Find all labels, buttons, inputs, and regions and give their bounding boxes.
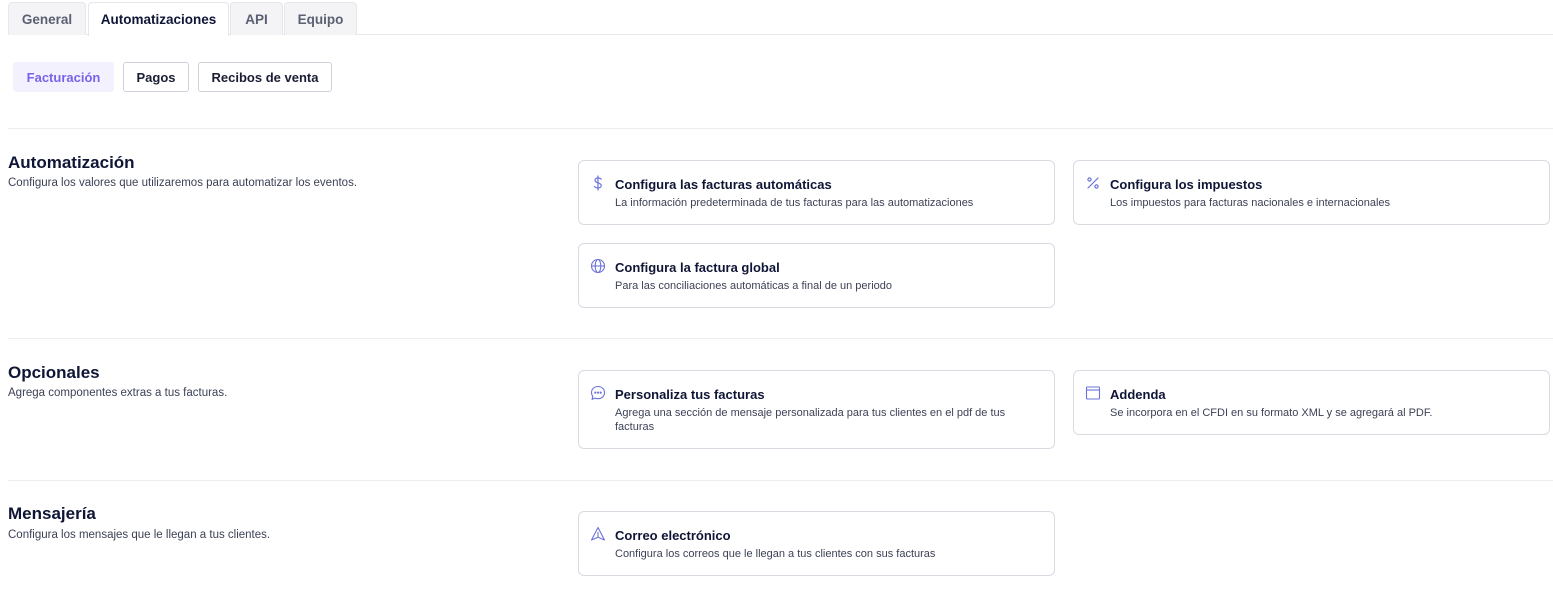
section-title-opcionales: Opcionales [8,363,100,382]
card-title: Personaliza tus facturas [615,387,765,402]
section-divider [8,480,1553,481]
card-description: Agrega una sección de mensaje personaliz… [615,407,1006,433]
card-description: La información predeterminada de tus fac… [615,197,974,209]
section-description-automatizacion: Configura los valores que utilizaremos p… [8,177,358,189]
section-description-mensajeria: Configura los mensajes que le llegan a t… [8,529,271,541]
section-divider [8,128,1553,129]
message-icon [590,385,606,401]
card-personaliza-facturas[interactable]: Personaliza tus facturas Agrega una secc… [578,370,1055,449]
settings-tabs: General Automatizaciones API Equipo [8,2,1553,36]
card-title: Correo electrónico [615,528,731,543]
card-title: Configura los impuestos [1110,177,1263,192]
card-description: Los impuestos para facturas nacionales e… [1110,197,1391,209]
window-icon [1085,385,1101,401]
globe-icon [590,258,606,274]
card-description: Configura los correos que le llegan a tu… [615,548,936,560]
send-icon [590,526,606,542]
dollar-icon [590,175,606,191]
tab-general[interactable]: General [8,2,86,35]
card-correo-electronico[interactable]: Correo electrónico Configura los correos… [578,511,1055,576]
subtab-pagos[interactable]: Pagos [123,62,189,92]
percent-icon [1085,175,1101,191]
card-title: Configura las facturas automáticas [615,177,832,192]
section-title-mensajeria: Mensajería [8,504,96,523]
section-description-opcionales: Agrega componentes extras a tus facturas… [8,387,228,399]
tab-api[interactable]: API [230,2,283,35]
section-title-automatizacion: Automatización [8,153,135,172]
card-description: Para las conciliaciones automáticas a fi… [615,280,892,292]
card-impuestos[interactable]: Configura los impuestos Los impuestos pa… [1073,160,1550,225]
card-facturas-automaticas[interactable]: Configura las facturas automáticas La in… [578,160,1055,225]
tab-equipo[interactable]: Equipo [284,2,357,35]
card-addenda[interactable]: Addenda Se incorpora en el CFDI en su fo… [1073,370,1550,435]
card-factura-global[interactable]: Configura la factura global Para las con… [578,243,1055,308]
card-title: Configura la factura global [615,260,780,275]
section-divider [8,338,1553,339]
subtab-facturacion[interactable]: Facturación [13,62,114,92]
subtab-recibos-de-venta[interactable]: Recibos de venta [198,62,332,92]
card-title: Addenda [1110,387,1166,402]
card-description: Se incorpora en el CFDI en su formato XM… [1110,407,1433,419]
tab-automatizaciones[interactable]: Automatizaciones [88,2,229,36]
